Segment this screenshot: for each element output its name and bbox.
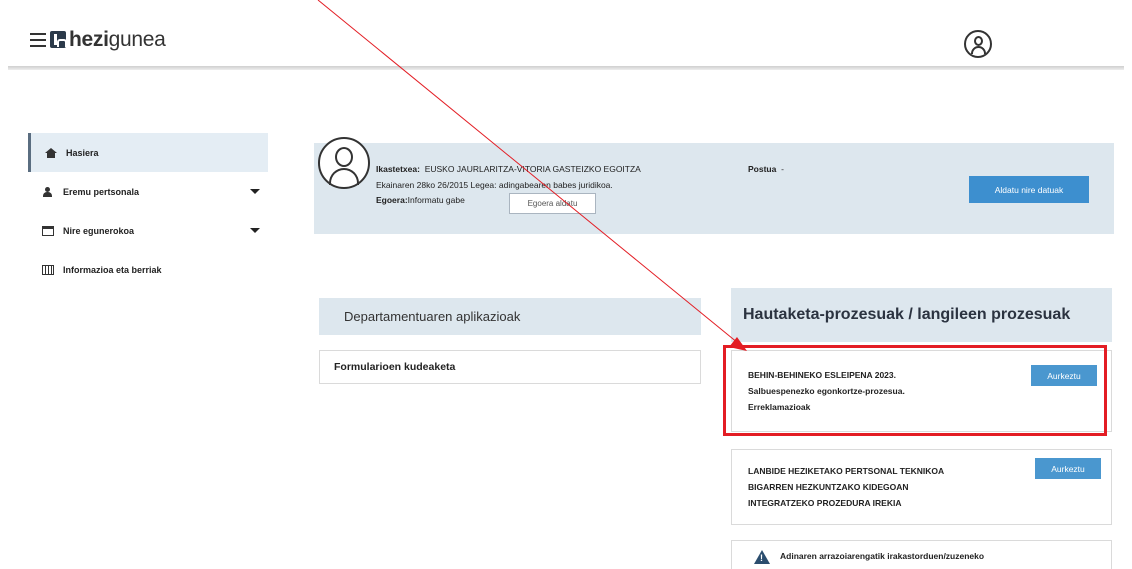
- app-link-formularioen-kudeaketa[interactable]: Formularioen kudeaketa: [319, 350, 701, 384]
- sidebar-item-label: Nire egunerokoa: [63, 225, 135, 236]
- highlight-box: [723, 345, 1107, 436]
- header-divider: [8, 66, 1124, 70]
- sidebar-item-label: Eremu pertsonala: [63, 186, 140, 197]
- sidebar-item-label: Hasiera: [66, 147, 99, 158]
- page: hezigunea Hasiera Eremu pertsonala Nire …: [0, 0, 1132, 569]
- sidebar-item-eremu-pertsonala[interactable]: Eremu pertsonala: [28, 172, 268, 211]
- hamburger-icon[interactable]: [30, 33, 46, 47]
- top-header: hezigunea: [0, 0, 1132, 68]
- logo-suffix: gunea: [108, 28, 166, 51]
- sidebar-item-nire-egunerokoa[interactable]: Nire egunerokoa: [28, 211, 268, 250]
- warning-icon: [754, 550, 770, 564]
- change-state-button[interactable]: Egoera aldatu: [509, 193, 596, 214]
- update-my-data-button[interactable]: Aldatu nire datuak: [969, 176, 1089, 203]
- app-logo[interactable]: hezigunea: [69, 28, 166, 52]
- profile-avatar-icon: [318, 137, 370, 189]
- sidebar-item-hasiera[interactable]: Hasiera: [28, 133, 268, 172]
- warning-notice: Adinaren arrazoiarengatik irakastorduen/…: [731, 540, 1112, 569]
- caret-down-icon[interactable]: [250, 228, 260, 233]
- process-title-line: INTEGRATZEKO PROZEDURA IREKIA: [748, 498, 902, 508]
- submit-button[interactable]: Aurkeztu: [1035, 458, 1101, 479]
- apps-section-title: Departamentuaren aplikazioak: [319, 298, 701, 335]
- person-icon: [42, 186, 54, 197]
- process-title-line: LANBIDE HEZIKETAKO PERTSONAL TEKNIKOA: [748, 466, 945, 476]
- profile-card: Ikastetxea: EUSKO JAURLARITZA-VITORIA GA…: [314, 137, 1114, 234]
- processes-section-title: Hautaketa-prozesuak / langileen prozesua…: [731, 288, 1112, 342]
- news-icon: [42, 264, 54, 275]
- center-label: Ikastetxea:: [376, 164, 420, 174]
- state-label: Egoera:: [376, 195, 408, 205]
- process-item: LANBIDE HEZIKETAKO PERTSONAL TEKNIKOA BI…: [731, 449, 1112, 525]
- sidebar: Hasiera Eremu pertsonala Nire egunerokoa…: [28, 133, 268, 289]
- logo-prefix: hezi: [69, 28, 109, 51]
- user-avatar-icon[interactable]: [964, 30, 992, 58]
- profile-center: Ikastetxea: EUSKO JAURLARITZA-VITORIA GA…: [376, 164, 641, 174]
- sidebar-item-informazioa[interactable]: Informazioa eta berriak: [28, 250, 268, 289]
- post-label: Postua: [748, 164, 777, 174]
- post-value: -: [781, 164, 784, 174]
- process-title-line: BIGARREN HEZKUNTZAKO KIDEGOAN: [748, 482, 909, 492]
- warning-text: Adinaren arrazoiarengatik irakastorduen/…: [780, 551, 985, 561]
- home-icon: [45, 147, 57, 158]
- hezigunea-logo-icon: [50, 31, 67, 48]
- law-text: Ekainaren 28ko 26/2015 Legea: adingabear…: [376, 180, 613, 190]
- center-value: EUSKO JAURLARITZA-VITORIA GASTEIZKO EGOI…: [424, 164, 641, 174]
- calendar-icon: [42, 225, 54, 236]
- state-value: Informatu gabe: [407, 195, 465, 205]
- sidebar-item-label: Informazioa eta berriak: [63, 264, 162, 275]
- profile-state: Egoera:Informatu gabe: [376, 195, 465, 205]
- profile-post: Postua -: [748, 164, 784, 174]
- caret-down-icon[interactable]: [250, 189, 260, 194]
